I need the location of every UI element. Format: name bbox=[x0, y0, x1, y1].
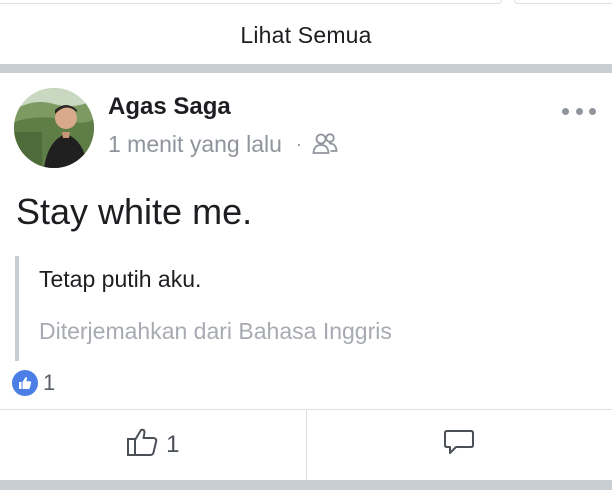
translated-text: Tetap putih aku. bbox=[39, 266, 202, 292]
like-icon bbox=[12, 370, 38, 396]
friends-icon[interactable] bbox=[312, 132, 338, 156]
more-dot-icon bbox=[562, 107, 569, 115]
comment-button[interactable] bbox=[307, 410, 612, 480]
like-count: 1 bbox=[166, 431, 180, 458]
reactions-summary[interactable]: 1 bbox=[12, 369, 55, 397]
post-meta: 1 menit yang lalu · bbox=[108, 129, 338, 159]
more-dot-icon bbox=[575, 107, 583, 115]
previous-card-left bbox=[0, 0, 502, 4]
avatar[interactable] bbox=[14, 88, 94, 168]
like-button[interactable]: 1 bbox=[0, 410, 307, 480]
section-divider bbox=[0, 64, 612, 73]
more-dot-icon bbox=[589, 107, 596, 115]
post-timestamp[interactable]: 1 menit yang lalu bbox=[108, 131, 282, 158]
thumbs-up-icon bbox=[126, 427, 160, 464]
translation-block: Tetap putih aku. Diterjemahkan dari Baha… bbox=[15, 256, 535, 361]
see-all-link[interactable]: Lihat Semua bbox=[0, 6, 612, 64]
comment-icon bbox=[443, 427, 475, 464]
translation-note[interactable]: Diterjemahkan dari Bahasa Inggris bbox=[39, 318, 392, 345]
meta-separator: · bbox=[295, 133, 302, 154]
previous-card-right bbox=[514, 0, 612, 4]
reaction-count: 1 bbox=[43, 370, 56, 395]
more-options-button[interactable] bbox=[562, 101, 596, 121]
post-card: Agas Saga 1 menit yang lalu · Stay white… bbox=[0, 73, 612, 480]
post-text: Stay white me. bbox=[16, 191, 253, 232]
author-name[interactable]: Agas Saga bbox=[108, 93, 231, 121]
avatar-photo bbox=[14, 88, 94, 168]
post-actions: 1 bbox=[0, 409, 612, 480]
section-divider bbox=[0, 480, 612, 490]
